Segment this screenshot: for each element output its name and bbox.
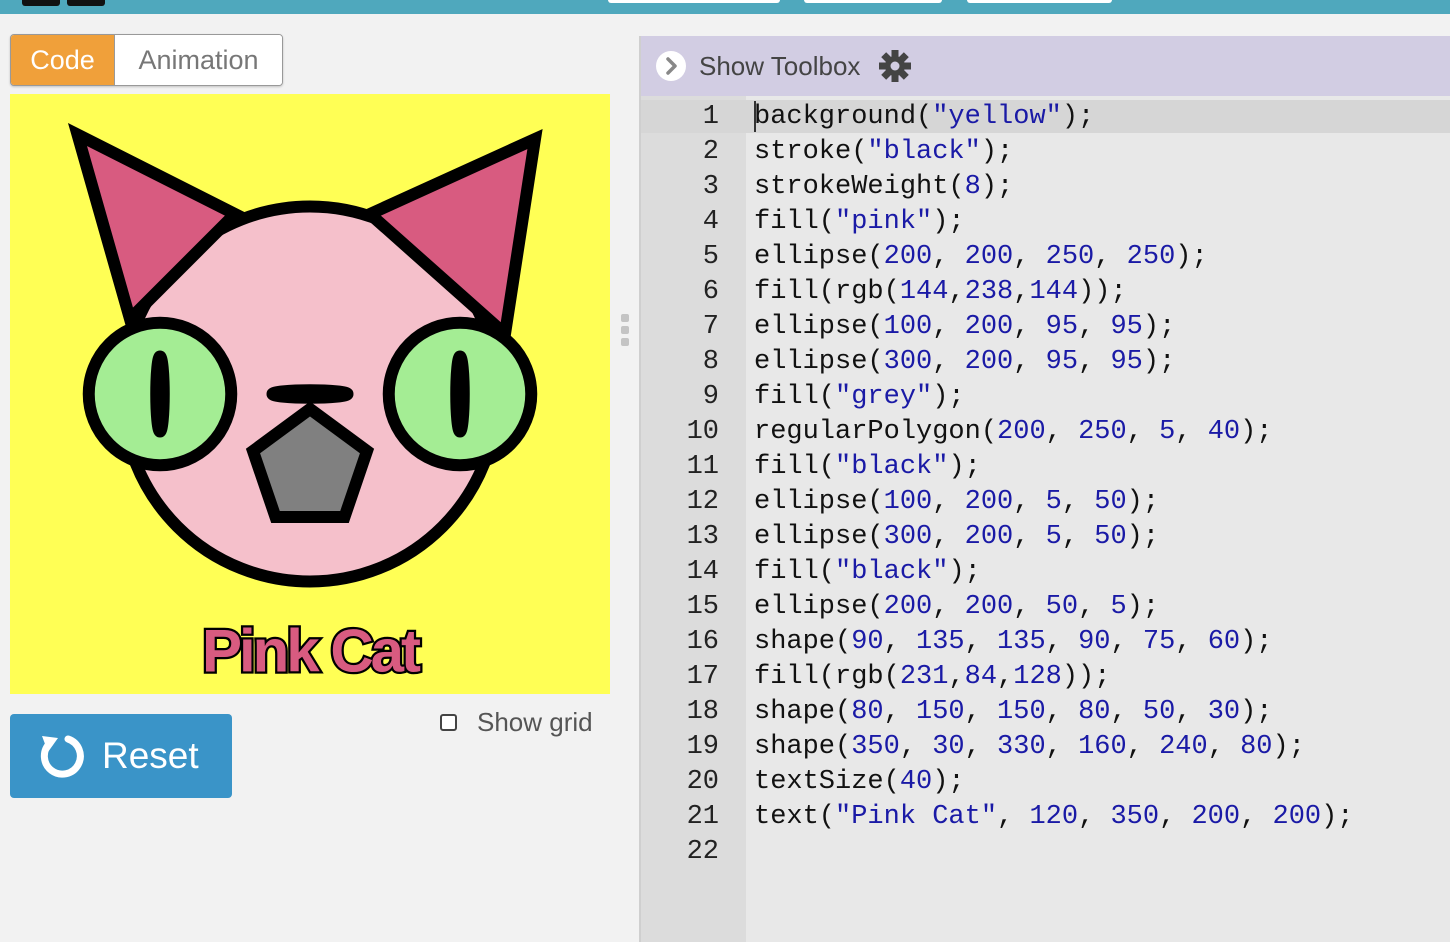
top-bar-button[interactable] bbox=[67, 0, 105, 6]
code-line[interactable]: 6 fill(rgb(144,238,144)); bbox=[641, 275, 1450, 310]
line-number: 5 bbox=[702, 242, 719, 272]
code-line[interactable]: 1 background("yellow"); bbox=[641, 100, 1450, 135]
code-text: fill("pink"); bbox=[754, 207, 965, 237]
code-text: regularPolygon(200, 250, 5, 40); bbox=[754, 417, 1273, 447]
code-text: fill(rgb(144,238,144)); bbox=[754, 277, 1127, 307]
line-number: 19 bbox=[686, 732, 719, 762]
code-text: shape(90, 135, 135, 90, 75, 60); bbox=[754, 627, 1273, 657]
code-line[interactable]: 8 ellipse(300, 200, 95, 95); bbox=[641, 345, 1450, 380]
code-line[interactable]: 20 textSize(40); bbox=[641, 765, 1450, 800]
text-cursor bbox=[754, 101, 756, 132]
show-toolbox-button[interactable]: Show Toolbox bbox=[699, 51, 860, 82]
code-text: ellipse(100, 200, 5, 50); bbox=[754, 487, 1160, 517]
code-line[interactable]: 3 strokeWeight(8); bbox=[641, 170, 1450, 205]
output-canvas: Pink Cat bbox=[10, 94, 610, 694]
code-line[interactable]: 2 stroke("black"); bbox=[641, 135, 1450, 170]
top-bar-button[interactable] bbox=[22, 0, 60, 6]
line-number: 1 bbox=[702, 102, 719, 132]
code-text: textSize(40); bbox=[754, 767, 965, 797]
code-text: ellipse(300, 200, 5, 50); bbox=[754, 522, 1160, 552]
code-line[interactable]: 22 bbox=[641, 835, 1450, 870]
top-bar-tab[interactable] bbox=[967, 0, 1112, 3]
top-bar-tab[interactable] bbox=[608, 0, 780, 3]
line-number: 20 bbox=[686, 767, 719, 797]
line-number: 10 bbox=[686, 417, 719, 447]
code-line[interactable]: 18 shape(80, 150, 150, 80, 50, 30); bbox=[641, 695, 1450, 730]
editor-toolbar: Show Toolbox bbox=[641, 36, 1450, 96]
code-line[interactable]: 17 fill(rgb(231,84,128)); bbox=[641, 660, 1450, 695]
line-number: 2 bbox=[702, 137, 719, 167]
code-line[interactable]: 13 ellipse(300, 200, 5, 50); bbox=[641, 520, 1450, 555]
line-number: 4 bbox=[702, 207, 719, 237]
code-text: text("Pink Cat", 120, 350, 200, 200); bbox=[754, 802, 1354, 832]
code-lines: 1 background("yellow"); 2 stroke("black"); 3… bbox=[641, 100, 1450, 870]
reset-label: Reset bbox=[102, 735, 199, 776]
code-line[interactable]: 5 ellipse(200, 200, 250, 250); bbox=[641, 240, 1450, 275]
line-number: 14 bbox=[686, 557, 719, 587]
code-text: stroke("black"); bbox=[754, 137, 1014, 167]
code-text: shape(350, 30, 330, 160, 240, 80); bbox=[754, 732, 1305, 762]
line-number: 22 bbox=[686, 837, 719, 867]
tab-code[interactable]: Code bbox=[11, 35, 115, 85]
chevron-right-icon[interactable] bbox=[656, 51, 686, 81]
code-text: ellipse(200, 200, 50, 5); bbox=[754, 592, 1160, 622]
code-text: fill("black"); bbox=[754, 557, 981, 587]
code-line[interactable]: 10 regularPolygon(200, 250, 5, 40); bbox=[641, 415, 1450, 450]
line-number: 16 bbox=[686, 627, 719, 657]
mode-toggle: Code Animation bbox=[10, 34, 283, 86]
line-number: 6 bbox=[702, 277, 719, 307]
line-number: 11 bbox=[686, 452, 719, 482]
code-text: background("yellow"); bbox=[754, 102, 1095, 132]
reset-button[interactable]: Reset bbox=[10, 714, 232, 798]
top-bar-tab[interactable] bbox=[804, 0, 942, 3]
mouth-line bbox=[266, 384, 354, 404]
line-number: 8 bbox=[702, 347, 719, 377]
gear-icon[interactable] bbox=[878, 49, 912, 83]
line-number: 17 bbox=[686, 662, 719, 692]
line-number: 15 bbox=[686, 592, 719, 622]
top-bar bbox=[0, 0, 1450, 14]
line-number: 13 bbox=[686, 522, 719, 552]
canvas-text: Pink Cat bbox=[202, 618, 421, 685]
resize-handle[interactable] bbox=[621, 314, 629, 350]
line-number: 7 bbox=[702, 312, 719, 342]
code-line[interactable]: 11 fill("black"); bbox=[641, 450, 1450, 485]
code-line[interactable]: 15 ellipse(200, 200, 50, 5); bbox=[641, 590, 1450, 625]
line-number: 21 bbox=[686, 802, 719, 832]
code-line[interactable]: 7 ellipse(100, 200, 95, 95); bbox=[641, 310, 1450, 345]
code-line[interactable]: 16 shape(90, 135, 135, 90, 75, 60); bbox=[641, 625, 1450, 660]
code-text: ellipse(300, 200, 95, 95); bbox=[754, 347, 1176, 377]
code-text: ellipse(200, 200, 250, 250); bbox=[754, 242, 1208, 272]
show-grid-label: Show grid bbox=[477, 706, 593, 737]
left-pupil bbox=[150, 350, 170, 438]
code-line[interactable]: 9 fill("grey"); bbox=[641, 380, 1450, 415]
code-text: shape(80, 150, 150, 80, 50, 30); bbox=[754, 697, 1273, 727]
code-text: fill(rgb(231,84,128)); bbox=[754, 662, 1111, 692]
code-line[interactable]: 14 fill("black"); bbox=[641, 555, 1450, 590]
code-line[interactable]: 4 fill("pink"); bbox=[641, 205, 1450, 240]
code-text: strokeWeight(8); bbox=[754, 172, 1014, 202]
right-pupil bbox=[450, 350, 470, 438]
code-text: ellipse(100, 200, 95, 95); bbox=[754, 312, 1176, 342]
code-line[interactable]: 21 text("Pink Cat", 120, 350, 200, 200); bbox=[641, 800, 1450, 835]
code-text: fill("grey"); bbox=[754, 382, 965, 412]
show-grid-checkbox[interactable] bbox=[440, 713, 457, 731]
line-number: 9 bbox=[702, 382, 719, 412]
reset-icon bbox=[40, 735, 84, 778]
code-line[interactable]: 12 ellipse(100, 200, 5, 50); bbox=[641, 485, 1450, 520]
line-number: 12 bbox=[686, 487, 719, 517]
cat-drawing: Pink Cat bbox=[10, 94, 610, 694]
code-line[interactable]: 19 shape(350, 30, 330, 160, 240, 80); bbox=[641, 730, 1450, 765]
tab-animation[interactable]: Animation bbox=[115, 35, 282, 85]
show-grid-control[interactable]: Show grid bbox=[440, 706, 593, 738]
line-number: 18 bbox=[686, 697, 719, 727]
line-number: 3 bbox=[702, 172, 719, 202]
code-text: fill("black"); bbox=[754, 452, 981, 482]
